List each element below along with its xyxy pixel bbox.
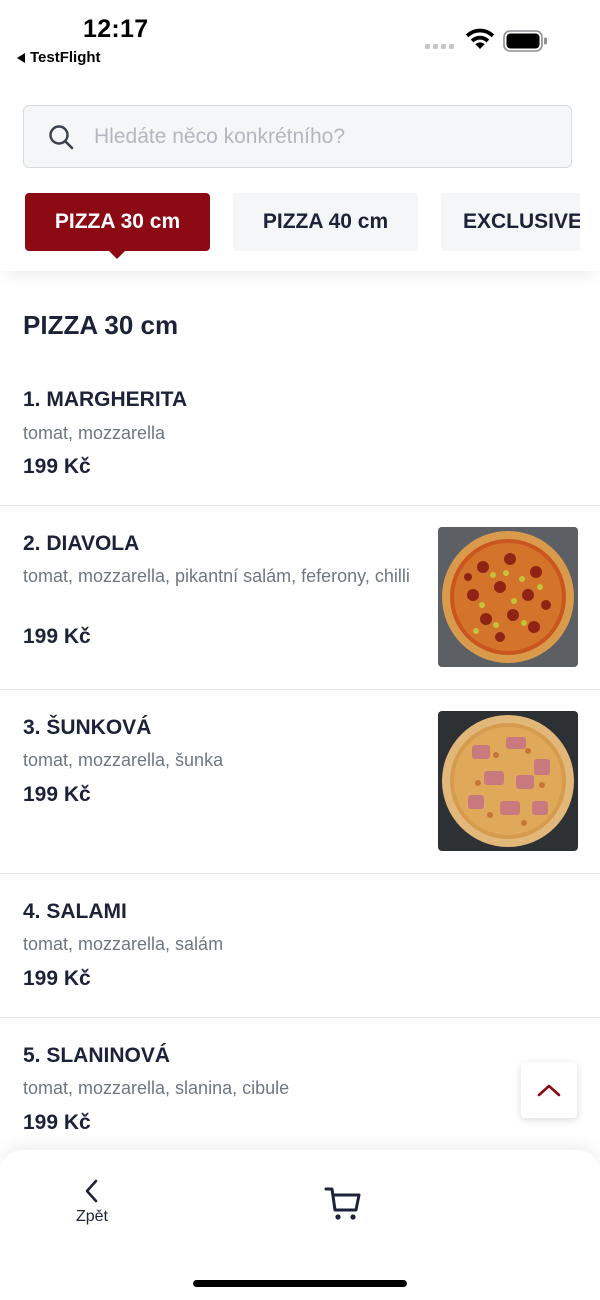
home-indicator[interactable] xyxy=(193,1280,407,1287)
status-time: 12:17 xyxy=(83,15,149,43)
cellular-signal-icon xyxy=(425,44,454,49)
item-price: 199 Kč xyxy=(23,783,91,806)
menu-item-diavola[interactable]: 2. DIAVOLA tomat, mozzarella, pikantní s… xyxy=(0,506,600,690)
item-price: 199 Kč xyxy=(23,967,91,990)
scroll-to-top-button[interactable] xyxy=(521,1062,577,1118)
item-description: tomat, mozzarella, pikantní salám, fefer… xyxy=(23,566,410,586)
item-name: 1. MARGHERITA xyxy=(23,388,188,411)
item-name: 4. SALAMI xyxy=(23,900,127,923)
item-name: 5. SLANINOVÁ xyxy=(23,1044,171,1067)
back-triangle-icon xyxy=(17,52,25,63)
menu-item-sunkova[interactable]: 3. ŠUNKOVÁ tomat, mozzarella, šunka 199 … xyxy=(0,690,600,874)
item-description: tomat, mozzarella, šunka xyxy=(23,750,224,770)
item-name: 3. ŠUNKOVÁ xyxy=(23,716,152,739)
item-description: tomat, mozzarella, slanina, cibule xyxy=(23,1078,290,1098)
search-icon xyxy=(49,124,74,149)
category-tabs-scroller[interactable]: PIZZA 30 cm PIZZA 40 cm EXCLUSIVE xyxy=(0,175,580,271)
item-description: tomat, mozzarella xyxy=(23,423,166,443)
category-tabs-bar: PIZZA 30 cm PIZZA 40 cm EXCLUSIVE xyxy=(0,175,600,271)
pizza-sunkova-photo[interactable] xyxy=(438,711,578,851)
tab-exclusive[interactable]: EXCLUSIVE xyxy=(441,193,580,251)
chevron-left-icon xyxy=(85,1179,98,1203)
search-input[interactable] xyxy=(94,124,534,149)
back-button[interactable]: Zpět xyxy=(62,1178,122,1238)
item-price: 199 Kč xyxy=(23,1111,91,1134)
back-app-label: TestFlight xyxy=(30,49,101,66)
item-name: 2. DIAVOLA xyxy=(23,532,140,555)
status-bar: 12:17 TestFlight xyxy=(0,0,600,80)
back-to-app-link[interactable]: TestFlight xyxy=(17,49,101,66)
section-title: PIZZA 30 cm xyxy=(23,310,179,340)
tab-pizza-30[interactable]: PIZZA 30 cm xyxy=(25,193,210,259)
bottom-nav-bar: Zpět xyxy=(0,1150,600,1300)
item-description: tomat, mozzarella, salám xyxy=(23,934,224,954)
search-box[interactable] xyxy=(23,105,572,168)
item-price: 199 Kč xyxy=(23,625,91,648)
tab-pizza-40[interactable]: PIZZA 40 cm xyxy=(233,193,418,251)
chevron-up-icon xyxy=(537,1084,561,1097)
menu-item-margherita[interactable]: 1. MARGHERITA tomat, mozzarella 199 Kč xyxy=(0,370,600,506)
item-price: 199 Kč xyxy=(23,455,91,478)
menu-item-salami[interactable]: 4. SALAMI tomat, mozzarella, salám 199 K… xyxy=(0,874,600,1018)
menu-item-slaninova[interactable]: 5. SLANINOVÁ tomat, mozzarella, slanina,… xyxy=(0,1018,600,1162)
pizza-diavola-photo[interactable] xyxy=(438,527,578,667)
back-label: Zpět xyxy=(75,1208,108,1225)
wifi-icon xyxy=(465,28,495,49)
cart-icon[interactable] xyxy=(323,1183,363,1223)
battery-icon xyxy=(503,30,547,52)
